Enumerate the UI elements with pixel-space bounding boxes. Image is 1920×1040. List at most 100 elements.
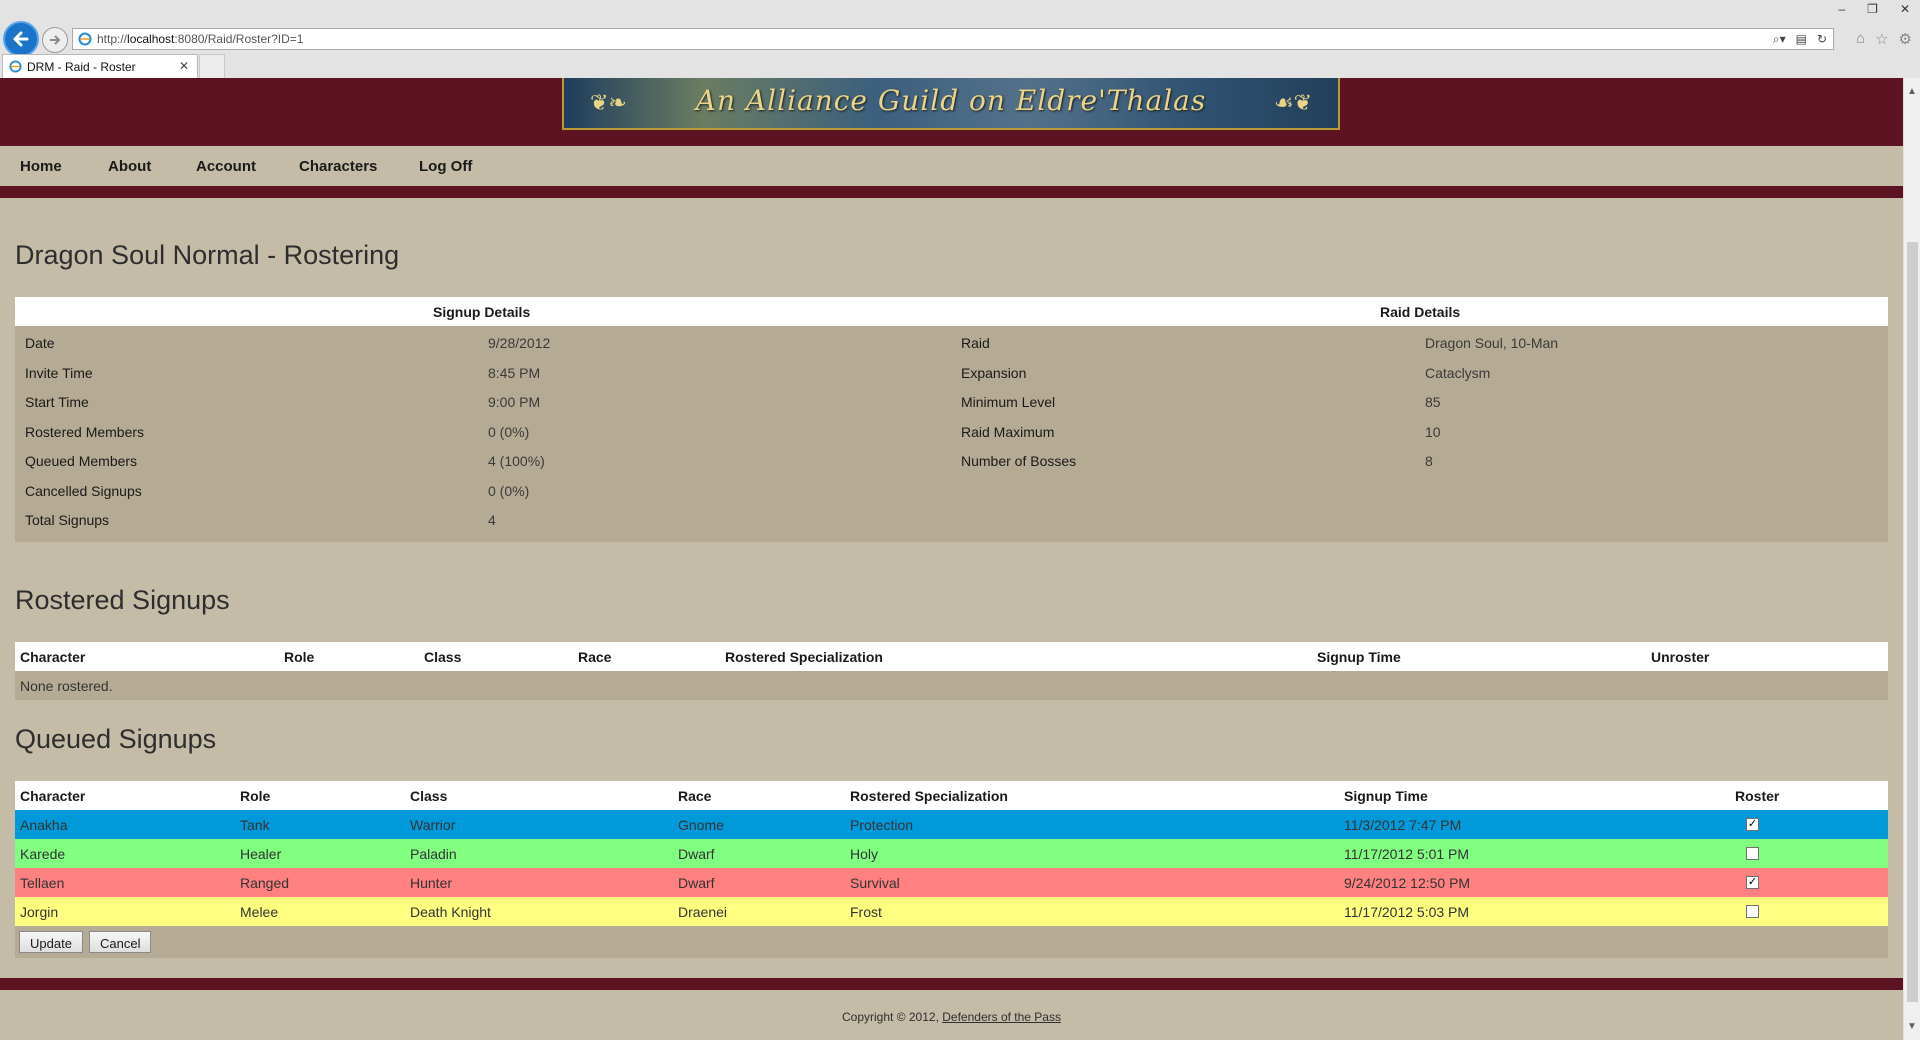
tab-close-icon[interactable]: ✕ [179,59,189,73]
cell-signup-time: 11/17/2012 5:01 PM [1344,846,1470,862]
detail-label: Total Signups [25,512,110,528]
detail-value: 4 [488,512,496,528]
search-icon[interactable]: ⌕▾ [1773,32,1786,47]
cell-role: Healer [240,846,282,862]
new-tab-button[interactable] [199,54,225,78]
refresh-icon[interactable]: ↻ [1817,32,1827,47]
update-button[interactable]: Update [19,931,83,953]
cell-spec: Holy [850,846,879,862]
table-row: Anakha Tank Warrior Gnome Protection 11/… [15,810,1888,839]
cell-signup-time: 11/17/2012 5:03 PM [1344,904,1470,920]
nav-logoff[interactable]: Log Off [419,158,472,175]
cell-character: Karede [20,846,66,862]
banner-text: An Alliance Guild on Eldre'Thalas [695,84,1207,117]
cell-class: Paladin [410,846,457,862]
scroll-up-icon[interactable]: ▲ [1907,86,1917,97]
url-tools: ⌕▾ ▤ ↻ [1773,32,1827,47]
cell-character: Jorgin [20,904,59,920]
detail-label: Date [25,335,55,351]
detail-label: Rostered Members [25,424,145,440]
queued-title: Queued Signups [15,724,217,754]
ornament-right-icon: ☙❦ [1273,90,1312,115]
scroll-down-icon[interactable]: ▼ [1907,1021,1917,1032]
detail-label: Raid [961,335,990,351]
ie-tab-icon [9,60,22,73]
main-menu: Home About Account Characters Log Off [0,146,1903,186]
footer-link[interactable]: Defenders of the Pass [942,1010,1061,1024]
cell-class: Hunter [410,875,453,891]
address-bar[interactable]: http://localhost:8080/Raid/Roster?ID=1 ⌕… [72,28,1834,50]
col-role: Role [240,788,271,804]
cell-character: Tellaen [20,875,65,891]
compat-view-icon[interactable]: ▤ [1796,32,1807,47]
copyright-text: Copyright © 2012, [842,1010,939,1024]
detail-value: Dragon Soul, 10-Man [1425,335,1559,351]
col-spec: Rostered Specialization [850,788,1008,804]
detail-value: 9:00 PM [488,394,541,410]
empty-message: None rostered. [20,678,113,694]
signup-details-header: Signup Details [433,304,531,320]
detail-label: Raid Maximum [961,424,1055,440]
col-race: Race [578,649,612,665]
forward-arrow-icon [50,35,61,45]
favorites-star-icon[interactable]: ☆ [1875,30,1888,48]
ie-page-icon [78,32,92,46]
rostered-table-header: Character Role Class Race Rostered Speci… [15,642,1888,671]
url-host: localhost [127,32,175,46]
roster-checkbox[interactable] [1746,905,1759,918]
detail-label: Start Time [25,394,89,410]
forward-button[interactable] [42,27,68,53]
back-arrow-icon [13,31,29,47]
cell-character: Anakha [20,817,68,833]
detail-value: 85 [1425,394,1441,410]
page: ❦❧ An Alliance Guild on Eldre'Thalas ☙❦ … [0,78,1903,1040]
queued-actions: Update Cancel [15,926,1888,958]
close-window-icon[interactable]: ✕ [1900,2,1910,16]
restore-icon[interactable]: ❐ [1867,2,1878,16]
vertical-scrollbar[interactable]: ▲ ▼ [1903,78,1920,1040]
queued-table-header: Character Role Class Race Rostered Speci… [15,781,1888,810]
nav-about[interactable]: About [108,158,151,175]
toolbar-icons: ⌂ ☆ ⚙ [1856,30,1912,48]
back-button[interactable] [3,21,39,57]
cell-spec: Protection [850,817,914,833]
detail-label: Cancelled Signups [25,483,142,499]
detail-value: 9/28/2012 [488,335,551,351]
detail-label: Invite Time [25,365,93,381]
table-row: Tellaen Ranged Hunter Dwarf Survival 9/2… [15,868,1888,897]
detail-value: Cataclysm [1425,365,1491,381]
detail-value: 0 (0%) [488,424,530,440]
col-spec: Rostered Specialization [725,649,883,665]
detail-label: Number of Bosses [961,453,1077,469]
cancel-button[interactable]: Cancel [89,931,152,953]
nav-characters[interactable]: Characters [299,158,377,175]
minimize-icon[interactable]: – [1838,2,1845,16]
roster-checkbox[interactable]: ✓ [1746,818,1759,831]
browser-tab[interactable]: DRM - Raid - Roster ✕ [2,54,198,78]
col-signup-time: Signup Time [1344,788,1428,804]
nav-account[interactable]: Account [196,158,256,175]
rostered-empty-row: None rostered. [15,671,1888,700]
roster-checkbox[interactable] [1746,847,1759,860]
cell-spec: Survival [850,875,900,891]
table-row: Jorgin Melee Death Knight Draenei Frost … [15,897,1888,926]
roster-checkbox[interactable]: ✓ [1746,876,1759,889]
cell-spec: Frost [850,904,882,920]
detail-value: 10 [1425,424,1441,440]
col-race: Race [678,788,712,804]
settings-gear-icon[interactable]: ⚙ [1899,30,1912,48]
browser-chrome: http://localhost:8080/Raid/Roster?ID=1 ⌕… [0,0,1920,78]
url-path: :8080/Raid/Roster?ID=1 [174,32,304,46]
url-text: http://localhost:8080/Raid/Roster?ID=1 [97,32,303,46]
address-row: http://localhost:8080/Raid/Roster?ID=1 ⌕… [0,0,1920,57]
raid-details-header: Raid Details [1380,304,1461,320]
col-class: Class [424,649,462,665]
home-icon[interactable]: ⌂ [1856,30,1865,48]
scrollbar-thumb[interactable] [1907,242,1918,1002]
nav-home[interactable]: Home [20,158,62,175]
detail-label: Minimum Level [961,394,1056,410]
col-character: Character [20,788,86,804]
cell-race: Dwarf [678,846,715,862]
cell-race: Dwarf [678,875,715,891]
cell-race: Draenei [678,904,728,920]
